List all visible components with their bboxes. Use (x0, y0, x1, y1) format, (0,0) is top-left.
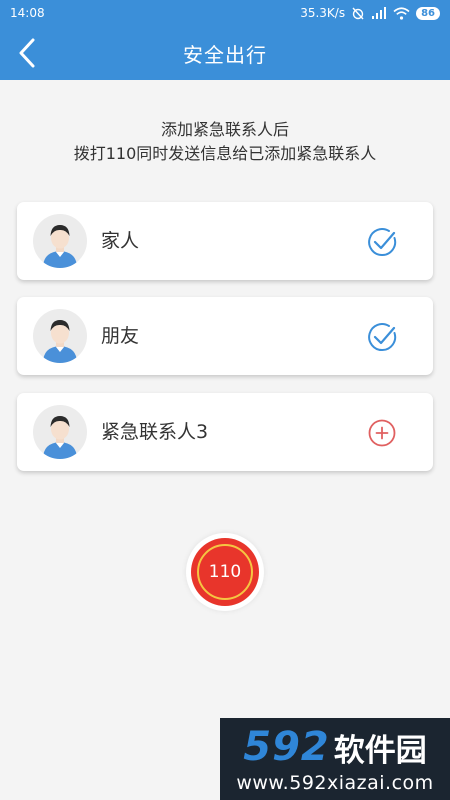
status-bar: 14:08 35.3K/s 86 (0, 0, 450, 26)
avatar (33, 214, 87, 268)
status-time: 14:08 (10, 6, 45, 20)
chevron-left-icon (19, 38, 35, 68)
call-button-ring: 110 (197, 544, 253, 600)
avatar (33, 309, 87, 363)
check-circle-icon[interactable] (366, 226, 398, 258)
notice-line-2: 拨打110同时发送信息给已添加紧急联系人 (73, 144, 377, 163)
wifi-icon (393, 6, 410, 20)
contact-card-friend[interactable]: 朋友 (17, 297, 433, 375)
call-button-face: 110 (191, 538, 259, 606)
notice-line-1: 添加紧急联系人后 (160, 120, 289, 139)
back-button[interactable] (8, 34, 46, 72)
network-speed: 35.3K/s (300, 6, 346, 20)
watermark-brand-row: 592 软件园 (220, 724, 450, 770)
alarm-off-icon (352, 7, 364, 20)
person-avatar-icon (43, 225, 77, 268)
check-circle-icon[interactable] (366, 321, 398, 353)
contact-label: 家人 (101, 230, 140, 252)
watermark-url: www.592xiazai.com (236, 772, 434, 794)
notice-text: 添加紧急联系人后 拨打110同时发送信息给已添加紧急联系人 (0, 118, 450, 166)
status-indicators: 35.3K/s 86 (300, 6, 440, 20)
contact-card-emergency-3[interactable]: 紧急联系人3 (17, 393, 433, 471)
call-110-button[interactable]: 110 (186, 533, 264, 611)
signal-icon (372, 6, 387, 19)
person-avatar-icon (43, 416, 77, 459)
nav-bar: 安全出行 (0, 26, 450, 80)
person-avatar-icon (43, 320, 77, 363)
contact-card-family[interactable]: 家人 (17, 202, 433, 280)
page-title: 安全出行 (183, 42, 267, 67)
contact-label: 紧急联系人3 (101, 421, 209, 443)
battery-indicator: 86 (416, 6, 440, 20)
watermark-logo: 592 软件园 www.592xiazai.com (220, 718, 450, 800)
plus-circle-icon[interactable] (366, 417, 398, 449)
avatar (33, 405, 87, 459)
watermark-number: 592 (243, 724, 330, 770)
contact-label: 朋友 (101, 325, 140, 347)
watermark-brand: 软件园 (333, 732, 427, 769)
call-button-label: 110 (208, 562, 242, 582)
